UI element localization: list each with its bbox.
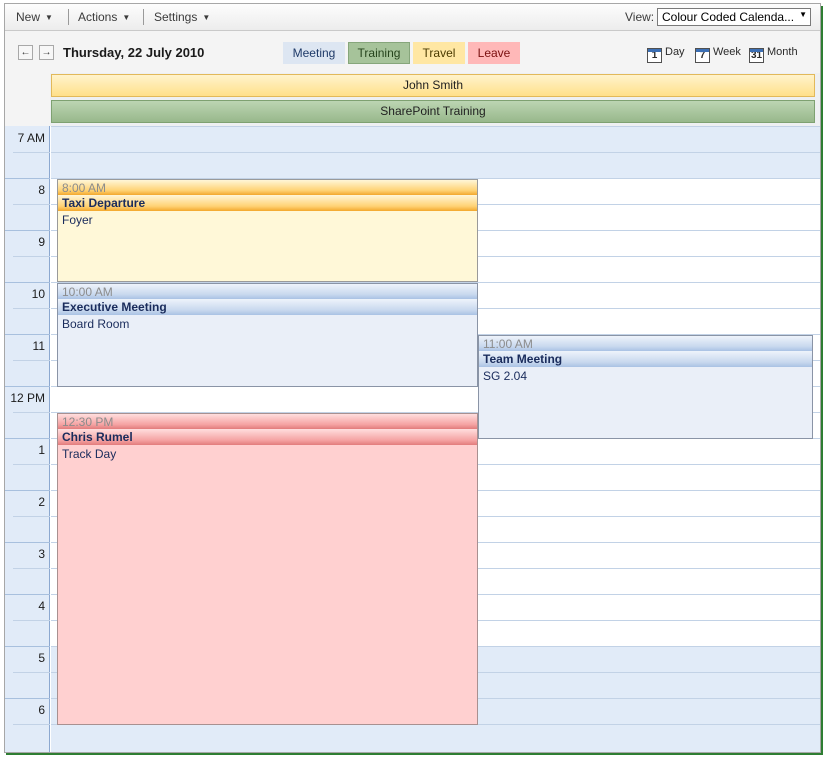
hour-label: 10 xyxy=(31,287,45,301)
event-title: Chris Rumel xyxy=(58,429,477,445)
event-time: 8:00 AM xyxy=(58,180,477,195)
hour-label: 7 AM xyxy=(17,131,45,145)
hour-label: 6 xyxy=(38,703,45,717)
hour-label: 12 PM xyxy=(10,391,45,405)
hour-divider xyxy=(5,230,50,231)
view-select[interactable]: Colour Coded Calenda... ▼ xyxy=(657,8,811,26)
hour-label: 5 xyxy=(38,651,45,665)
event-location: Foyer xyxy=(62,213,93,227)
new-menu[interactable]: New ▼ xyxy=(16,10,53,24)
hour-divider xyxy=(5,438,50,439)
view-label: View: xyxy=(625,10,655,24)
event-chris-rumel-leave[interactable]: 12:30 PM Chris Rumel Track Day xyxy=(57,413,478,725)
toolbar: New ▼ Actions ▼ Settings ▼ View: Colour Cod… xyxy=(5,4,820,31)
hour-label: 8 xyxy=(38,183,45,197)
event-time: 12:30 PM xyxy=(58,414,477,429)
calendar-week-icon: 7 xyxy=(695,48,710,63)
half-hour-divider xyxy=(13,464,50,465)
new-menu-label: New xyxy=(16,10,41,24)
time-slot[interactable] xyxy=(51,724,820,752)
half-hour-divider xyxy=(13,516,50,517)
event-location: Board Room xyxy=(62,317,130,331)
calendar-frame: New ▼ Actions ▼ Settings ▼ View: Colour Cod… xyxy=(4,3,821,753)
settings-menu[interactable]: Settings ▼ xyxy=(154,10,210,24)
hour-divider xyxy=(5,178,50,179)
hour-divider xyxy=(5,334,50,335)
hour-divider xyxy=(5,386,50,387)
chevron-down-icon: ▼ xyxy=(45,13,53,22)
half-hour-divider xyxy=(13,672,50,673)
all-day-event-training[interactable]: SharePoint Training xyxy=(51,100,815,123)
current-date-title: Thursday, 22 July 2010 xyxy=(63,45,205,60)
calendar-header: ← → Thursday, 22 July 2010 Meeting Train… xyxy=(5,31,820,73)
day-view-label: Day xyxy=(665,46,685,58)
event-executive-meeting[interactable]: 10:00 AM Executive Meeting Board Room xyxy=(57,283,478,387)
day-time-grid: 7 AM 8 9 10 11 12 PM 1 2 3 4 5 6 8:00 AM… xyxy=(5,126,820,752)
week-view-label: Week xyxy=(713,46,741,58)
hour-label: 9 xyxy=(38,235,45,249)
time-slot[interactable] xyxy=(51,152,820,178)
half-hour-divider xyxy=(13,256,50,257)
hour-divider xyxy=(5,542,50,543)
legend-leave: Leave xyxy=(468,42,520,64)
all-day-gutter xyxy=(5,73,50,126)
event-time: 11:00 AM xyxy=(479,336,812,351)
actions-menu-label: Actions xyxy=(78,10,118,24)
half-hour-divider xyxy=(13,620,50,621)
hour-divider xyxy=(5,282,50,283)
half-hour-divider xyxy=(13,360,50,361)
event-title: Taxi Departure xyxy=(58,195,477,211)
event-team-meeting[interactable]: 11:00 AM Team Meeting SG 2.04 xyxy=(478,335,813,439)
half-hour-divider xyxy=(13,568,50,569)
half-hour-divider xyxy=(13,412,50,413)
event-location: SG 2.04 xyxy=(483,369,528,383)
all-day-event-travel[interactable]: John Smith xyxy=(51,74,815,97)
actions-menu[interactable]: Actions ▼ xyxy=(78,10,130,24)
arrow-left-icon: ← xyxy=(20,47,31,58)
arrow-right-icon: → xyxy=(41,47,52,58)
half-hour-divider xyxy=(13,724,50,725)
all-day-area: John Smith SharePoint Training xyxy=(50,73,820,126)
legend-meeting: Meeting xyxy=(283,42,345,64)
hour-divider xyxy=(5,698,50,699)
next-day-button[interactable]: → xyxy=(39,45,54,60)
settings-menu-label: Settings xyxy=(154,10,198,24)
day-view-button[interactable]: 1 Day xyxy=(647,46,685,63)
chevron-down-icon: ▼ xyxy=(122,13,131,22)
hour-label: 2 xyxy=(38,495,45,509)
month-view-label: Month xyxy=(767,46,798,58)
hour-label: 4 xyxy=(38,599,45,613)
calendar-month-icon: 31 xyxy=(749,48,764,63)
previous-day-button[interactable]: ← xyxy=(18,45,33,60)
half-hour-divider xyxy=(13,204,50,205)
legend-travel: Travel xyxy=(413,42,465,64)
half-hour-divider xyxy=(13,152,50,153)
week-view-button[interactable]: 7 Week xyxy=(695,46,741,63)
view-select-value: Colour Coded Calenda... xyxy=(662,10,795,24)
toolbar-divider xyxy=(143,9,144,25)
hour-divider xyxy=(5,490,50,491)
half-hour-divider xyxy=(13,308,50,309)
event-title: Team Meeting xyxy=(479,351,812,367)
dropdown-arrow-icon: ▼ xyxy=(799,10,807,19)
hour-divider xyxy=(5,594,50,595)
event-time: 10:00 AM xyxy=(58,284,477,299)
toolbar-divider xyxy=(68,9,69,25)
chevron-down-icon: ▼ xyxy=(202,13,211,22)
event-taxi-departure[interactable]: 8:00 AM Taxi Departure Foyer xyxy=(57,179,478,282)
event-title: Executive Meeting xyxy=(58,299,477,315)
time-slot[interactable] xyxy=(51,126,820,152)
hour-label: 3 xyxy=(38,547,45,561)
hour-divider xyxy=(5,646,50,647)
event-location: Track Day xyxy=(62,447,117,461)
legend-training: Training xyxy=(348,42,410,64)
hour-label: 1 xyxy=(38,443,45,457)
hour-label: 11 xyxy=(32,339,45,353)
calendar-day-icon: 1 xyxy=(647,48,662,63)
month-view-button[interactable]: 31 Month xyxy=(749,46,798,63)
